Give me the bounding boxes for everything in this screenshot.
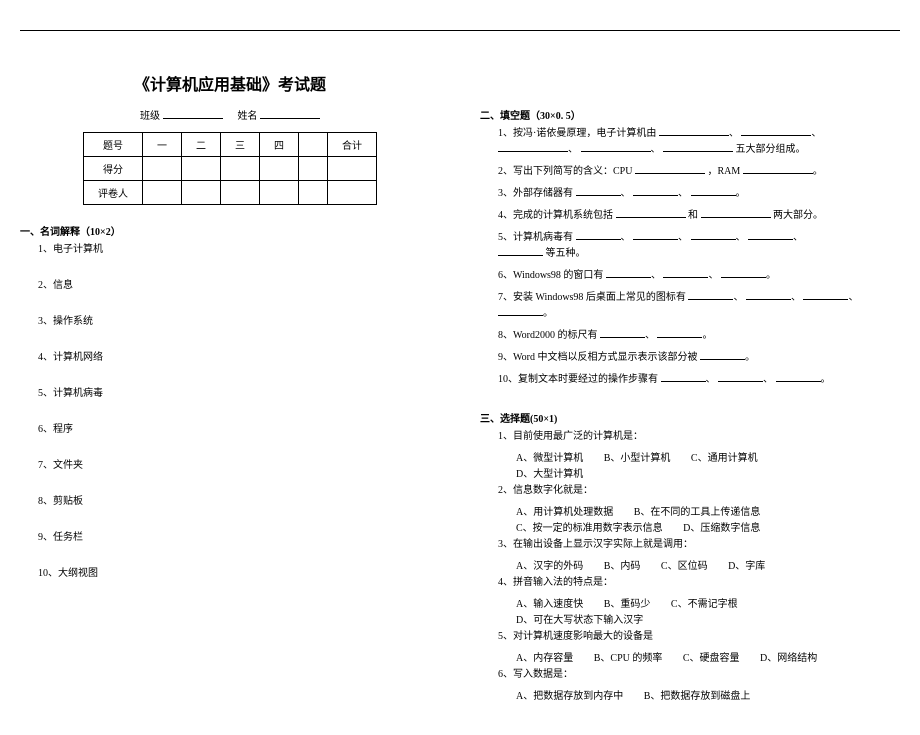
s1-q9: 9、任务栏 <box>38 530 440 546</box>
th-3: 三 <box>221 133 260 157</box>
s3-q6: 6、写入数据是： <box>498 667 900 683</box>
score-header-row: 题号 一 二 三 四 合计 <box>84 133 377 157</box>
s2-q8: 8、Word2000 的标尺有 、 。 <box>498 328 900 344</box>
s2-q6: 6、Windows98 的窗口有 、 、 。 <box>498 268 900 284</box>
s1-q4: 4、计算机网络 <box>38 350 440 366</box>
class-blank <box>163 109 223 119</box>
two-column-layout: 《计算机应用基础》考试题 班级 姓名 题号 一 二 三 四 合计 得分 <box>20 71 900 705</box>
s3-q5-opts: A、内存容量 B、CPU 的频率 C、硬盘容量 D、网络结构 <box>516 651 900 667</box>
s1-q7: 7、文件夹 <box>38 458 440 474</box>
section1-heading: 一、名词解释（10×2） <box>20 223 440 238</box>
s1-q5: 5、计算机病毒 <box>38 386 440 402</box>
th-1: 一 <box>143 133 182 157</box>
name-blank <box>260 109 320 119</box>
exam-title: 《计算机应用基础》考试题 <box>20 71 440 95</box>
s3-q6-opts: A、把数据存放到内存中 B、把数据存放到磁盘上 <box>516 689 900 705</box>
row-grader-label: 评卷人 <box>84 181 143 205</box>
s2-q2: 2、写出下列简写的含义：CPU ，RAM 。 <box>498 164 900 180</box>
section2-heading: 二、填空题（30×0. 5） <box>480 107 900 122</box>
s1-q8: 8、剪贴板 <box>38 494 440 510</box>
s3-q3: 3、在输出设备上显示汉字实际上就是调用： <box>498 537 900 553</box>
th-blank <box>299 133 328 157</box>
student-info-line: 班级 姓名 <box>20 107 440 122</box>
s3-q5: 5、对计算机速度影响最大的设备是 <box>498 629 900 645</box>
s3-q1: 1、目前使用最广泛的计算机是： <box>498 429 900 445</box>
class-label: 班级 <box>140 111 160 122</box>
score-row: 得分 <box>84 157 377 181</box>
s3-q2-opts: A、用计算机处理数据 B、在不同的工具上传递信息 C、按一定的标准用数字表示信息… <box>516 505 900 537</box>
s1-q10: 10、大纲视图 <box>38 566 440 582</box>
s3-q2: 2、信息数字化就是： <box>498 483 900 499</box>
right-column: 二、填空题（30×0. 5） 1、按冯·诺依曼原理，电子计算机由 、 、 、 、… <box>480 71 900 705</box>
s3-q4-opts: A、输入速度快 B、重码少 C、不需记字根 D、可在大写状态下输入汉字 <box>516 597 900 629</box>
th-2: 二 <box>182 133 221 157</box>
s1-q3: 3、操作系统 <box>38 314 440 330</box>
s2-q1: 1、按冯·诺依曼原理，电子计算机由 、 、 、 、 五大部分组成。 <box>498 126 900 158</box>
s2-q7: 7、安装 Windows98 后桌面上常见的图标有 、 、 、 。 <box>498 290 900 322</box>
th-label: 题号 <box>84 133 143 157</box>
s3-q4: 4、拼音输入法的特点是： <box>498 575 900 591</box>
s2-q3: 3、外部存储器有 、 、 。 <box>498 186 900 202</box>
score-table: 题号 一 二 三 四 合计 得分 评卷人 <box>83 132 377 205</box>
s2-q4: 4、完成的计算机系统包括 和 两大部分。 <box>498 208 900 224</box>
grader-row: 评卷人 <box>84 181 377 205</box>
s2-q5: 5、计算机病毒有 、 、 、 、 等五种。 <box>498 230 900 262</box>
th-4: 四 <box>260 133 299 157</box>
s3-q1-opts: A、微型计算机 B、小型计算机 C、通用计算机 D、大型计算机 <box>516 451 900 483</box>
name-label: 姓名 <box>238 111 258 122</box>
section3-heading: 三、选择题(50×1) <box>480 410 900 425</box>
s1-q1: 1、电子计算机 <box>38 242 440 258</box>
top-rule <box>20 30 900 31</box>
th-total: 合计 <box>328 133 377 157</box>
s3-q3-opts: A、汉字的外码 B、内码 C、区位码 D、字库 <box>516 559 900 575</box>
s2-q10: 10、复制文本时要经过的操作步骤有 、 、 。 <box>498 372 900 388</box>
left-column: 《计算机应用基础》考试题 班级 姓名 题号 一 二 三 四 合计 得分 <box>20 71 440 705</box>
s1-q2: 2、信息 <box>38 278 440 294</box>
s2-q9: 9、Word 中文档以反相方式显示表示该部分被 。 <box>498 350 900 366</box>
row-score-label: 得分 <box>84 157 143 181</box>
s1-q6: 6、程序 <box>38 422 440 438</box>
